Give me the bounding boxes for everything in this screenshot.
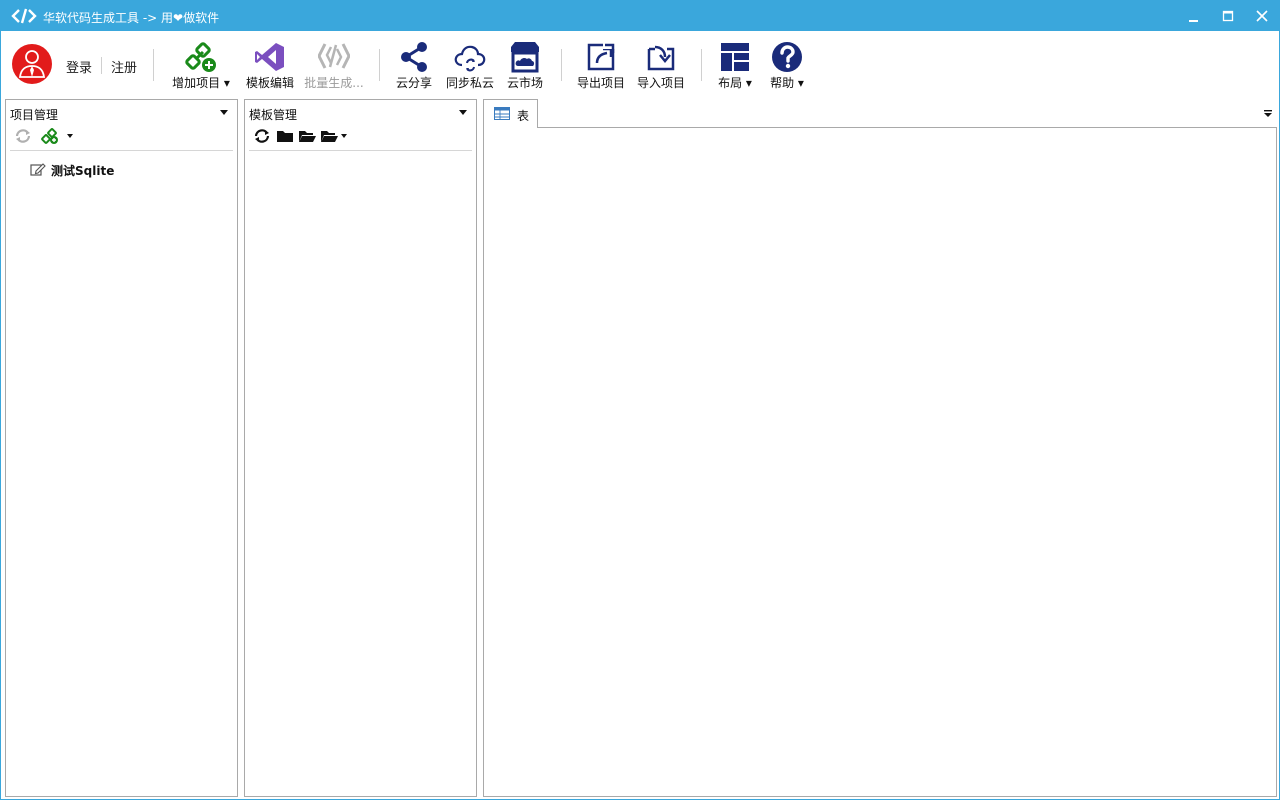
cloud-share-button[interactable]: 云分享 [394,39,434,93]
cloud-share-label: 云分享 [395,76,432,90]
folder-open-icon[interactable] [320,128,338,144]
folder-icon[interactable] [276,128,294,144]
project-panel: 项目管理 测试Sqlite [5,99,238,797]
chevron-down-icon[interactable] [67,134,73,138]
code-icon [11,8,37,24]
divider [249,150,472,151]
folder-open-icon[interactable] [298,128,316,144]
close-icon [1256,10,1268,22]
title-bar: 华软代码生成工具 -> 用❤做软件 [1,1,1279,31]
panel-menu-icon[interactable] [459,110,467,115]
refresh-icon[interactable] [14,128,32,144]
visual-studio-icon [255,43,284,71]
layout-icon [721,43,749,71]
template-panel-title: 模板管理 [249,108,298,122]
divider [701,49,702,81]
tree-item-label: 测试Sqlite [51,164,115,178]
tab-label: 表 [517,109,530,123]
help-label: 帮助 ▾ [770,76,804,90]
maximize-button[interactable] [1213,5,1243,27]
layout-label: 布局 ▾ [718,76,752,90]
divider [561,49,562,81]
import-icon [647,45,675,71]
divider [10,150,233,151]
help-button[interactable]: 帮助 ▾ [767,39,807,93]
sync-private-cloud-button[interactable]: 同步私云 [444,39,496,93]
main-toolbar: 登录 注册 增加项目 ▾ 模板编辑 批量生成... 云分享 同步私云 云市场 导… [1,31,1279,95]
add-project-button[interactable]: 增加项目 ▾ [169,39,233,93]
export-project-label: 导出项目 [576,76,625,90]
import-project-label: 导入项目 [636,76,685,90]
user-avatar[interactable] [12,44,52,84]
add-link-icon[interactable] [41,128,59,144]
share-icon [401,42,427,72]
store-icon [511,42,539,73]
tab-content-panel [483,127,1277,797]
sync-private-cloud-label: 同步私云 [445,76,494,90]
cloud-market-label: 云市场 [506,76,543,90]
tab-table[interactable]: 表 [483,99,538,128]
database-edit-icon [30,163,46,176]
cloud-sync-icon [454,45,486,72]
close-button[interactable] [1247,5,1277,27]
template-panel: 模板管理 [244,99,477,797]
batch-generate-label: 批量生成... [304,76,364,90]
export-project-button[interactable]: 导出项目 [575,39,627,93]
divider [101,57,102,74]
user-icon [18,50,46,78]
divider [379,49,380,81]
cloud-market-button[interactable]: 云市场 [504,39,546,93]
code-generate-icon [318,43,350,69]
app-window: 华软代码生成工具 -> 用❤做软件 登录 注册 增加项目 ▾ 模板编辑 批量生成… [0,0,1280,800]
panel-menu-icon[interactable] [220,110,228,115]
add-project-label: 增加项目 ▾ [172,76,230,90]
export-icon [587,43,615,71]
minimize-button[interactable] [1179,5,1209,27]
tab-list-menu-icon[interactable] [1263,108,1273,118]
maximize-icon [1222,10,1234,22]
batch-generate-button[interactable]: 批量生成... [304,39,364,93]
divider [153,49,154,81]
template-edit-label: 模板编辑 [245,76,294,90]
layout-button[interactable]: 布局 ▾ [715,39,755,93]
document-area: 表 [483,99,1277,797]
add-link-icon [185,42,216,72]
refresh-icon[interactable] [253,128,271,144]
help-icon [772,42,802,72]
login-link[interactable]: 登录 [66,57,92,76]
chevron-down-icon[interactable] [341,134,347,138]
register-link[interactable]: 注册 [111,57,137,76]
minimize-icon [1189,20,1198,22]
table-icon [494,107,510,120]
window-title: 华软代码生成工具 -> 用❤做软件 [43,11,220,25]
import-project-button[interactable]: 导入项目 [635,39,687,93]
project-panel-title: 项目管理 [10,108,59,122]
template-edit-button[interactable]: 模板编辑 [244,39,296,93]
